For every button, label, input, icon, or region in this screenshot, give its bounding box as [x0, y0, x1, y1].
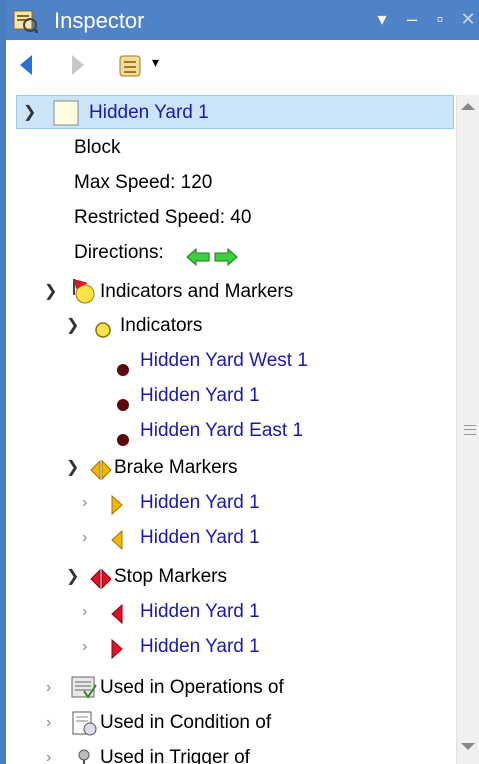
stop-markers-label: Stop Markers	[114, 566, 227, 587]
indicator-item-label[interactable]: Hidden Yard West 1	[140, 344, 308, 378]
scroll-history-icon[interactable]	[116, 52, 146, 85]
scroll-down-arrow-icon[interactable]	[461, 743, 475, 750]
history-dropdown-button[interactable]: ▾	[152, 54, 159, 71]
stop-marker-item[interactable]: › Hidden Yard 1	[16, 595, 454, 629]
brake-marker-label[interactable]: Hidden Yard 1	[140, 521, 260, 555]
brake-marker-left-icon	[110, 528, 124, 562]
tree-node-used-in-operations[interactable]: › Used in Operations of	[16, 671, 454, 705]
restore-button[interactable]: ▫	[428, 4, 452, 34]
back-arrow-icon[interactable]	[18, 54, 34, 81]
tree-node-brake-markers[interactable]: ❯ Brake Markers	[16, 451, 454, 485]
expand-chevron-icon[interactable]: ❯	[66, 451, 79, 485]
stop-marker-label[interactable]: Hidden Yard 1	[140, 630, 260, 664]
brake-marker-label[interactable]: Hidden Yard 1	[140, 486, 260, 520]
window-title: Inspector	[54, 8, 145, 33]
expand-chevron-icon[interactable]: ❯	[23, 96, 36, 130]
brake-marker-item[interactable]: › Hidden Yard 1	[16, 521, 454, 555]
tree-node-stop-markers[interactable]: ❯ Stop Markers	[16, 560, 454, 594]
collapsed-chevron-icon[interactable]: ›	[82, 595, 87, 629]
expand-chevron-icon[interactable]: ❯	[66, 560, 79, 594]
detail-row-block: Block	[16, 131, 454, 165]
direction-left-arrow-icon	[186, 244, 210, 278]
direction-right-arrow-icon	[214, 244, 238, 278]
collapsed-chevron-icon[interactable]: ›	[46, 741, 51, 764]
trigger-icon	[70, 745, 98, 764]
window-menu-button[interactable]: ▾	[370, 4, 394, 34]
collapsed-chevron-icon[interactable]: ›	[82, 486, 87, 520]
minimize-button[interactable]: –	[400, 4, 424, 34]
tree-node-used-in-condition[interactable]: › Used in Condition of	[16, 706, 454, 740]
indicators-markers-label: Indicators and Markers	[100, 281, 294, 302]
brake-markers-label: Brake Markers	[114, 457, 238, 478]
used-in-condition-label: Used in Condition of	[100, 712, 272, 733]
indicator-item-label[interactable]: Hidden Yard 1	[140, 379, 260, 413]
block-type-label: Block	[74, 137, 121, 158]
indicators-label: Indicators	[120, 315, 203, 336]
directions-label: Directions:	[74, 242, 164, 263]
collapsed-chevron-icon[interactable]: ›	[46, 706, 51, 740]
collapsed-chevron-icon[interactable]: ›	[46, 671, 51, 705]
inspector-window: Inspector ▾ – ▫ ✕ ▾ ❯ Hidden Yard 1 Bloc…	[0, 0, 479, 764]
brake-marker-item[interactable]: › Hidden Yard 1	[16, 486, 454, 520]
stop-marker-label[interactable]: Hidden Yard 1	[140, 595, 260, 629]
collapsed-chevron-icon[interactable]: ›	[82, 521, 87, 555]
tree-root-row[interactable]: ❯ Hidden Yard 1	[16, 95, 454, 129]
detail-row-directions: Directions:	[16, 236, 454, 270]
detail-row-max-speed: Max Speed: 120	[16, 166, 454, 200]
detail-row-restricted-speed: Restricted Speed: 40	[16, 201, 454, 235]
used-in-operations-label: Used in Operations of	[100, 677, 284, 698]
vertical-scrollbar[interactable]	[456, 95, 479, 764]
indicator-item[interactable]: Hidden Yard West 1	[16, 344, 454, 378]
stop-marker-item[interactable]: › Hidden Yard 1	[16, 630, 454, 664]
tree-node-indicators[interactable]: ❯ Indicators	[16, 309, 454, 343]
stop-marker-right-icon	[110, 637, 124, 671]
used-in-trigger-label: Used in Trigger of	[100, 747, 250, 764]
indicator-item-label[interactable]: Hidden Yard East 1	[140, 414, 303, 448]
scroll-up-arrow-icon[interactable]	[461, 103, 475, 110]
close-button[interactable]: ✕	[456, 4, 479, 34]
indicator-item[interactable]: Hidden Yard 1	[16, 379, 454, 413]
scrollbar-thumb[interactable]	[459, 135, 477, 735]
navigation-toolbar: ▾	[6, 40, 479, 92]
title-bar[interactable]: Inspector ▾ – ▫ ✕	[6, 0, 479, 40]
tree-root-label: Hidden Yard 1	[89, 102, 209, 123]
max-speed-label: Max Speed: 120	[74, 172, 213, 193]
indicator-item[interactable]: Hidden Yard East 1	[16, 414, 454, 448]
inspector-tree: ❯ Hidden Yard 1 Block Max Speed: 120 Res…	[16, 95, 454, 764]
collapsed-chevron-icon[interactable]: ›	[82, 630, 87, 664]
tree-node-used-in-trigger[interactable]: › Used in Trigger of	[16, 741, 454, 764]
tree-node-indicators-and-markers[interactable]: ❯ Indicators and Markers	[16, 275, 454, 309]
restricted-speed-label: Restricted Speed: 40	[74, 207, 252, 228]
expand-chevron-icon[interactable]: ❯	[44, 275, 57, 309]
expand-chevron-icon[interactable]: ❯	[66, 309, 79, 343]
scrollbar-grip-icon	[464, 425, 476, 435]
forward-arrow-icon[interactable]	[70, 54, 86, 81]
inspector-app-icon	[12, 7, 40, 35]
